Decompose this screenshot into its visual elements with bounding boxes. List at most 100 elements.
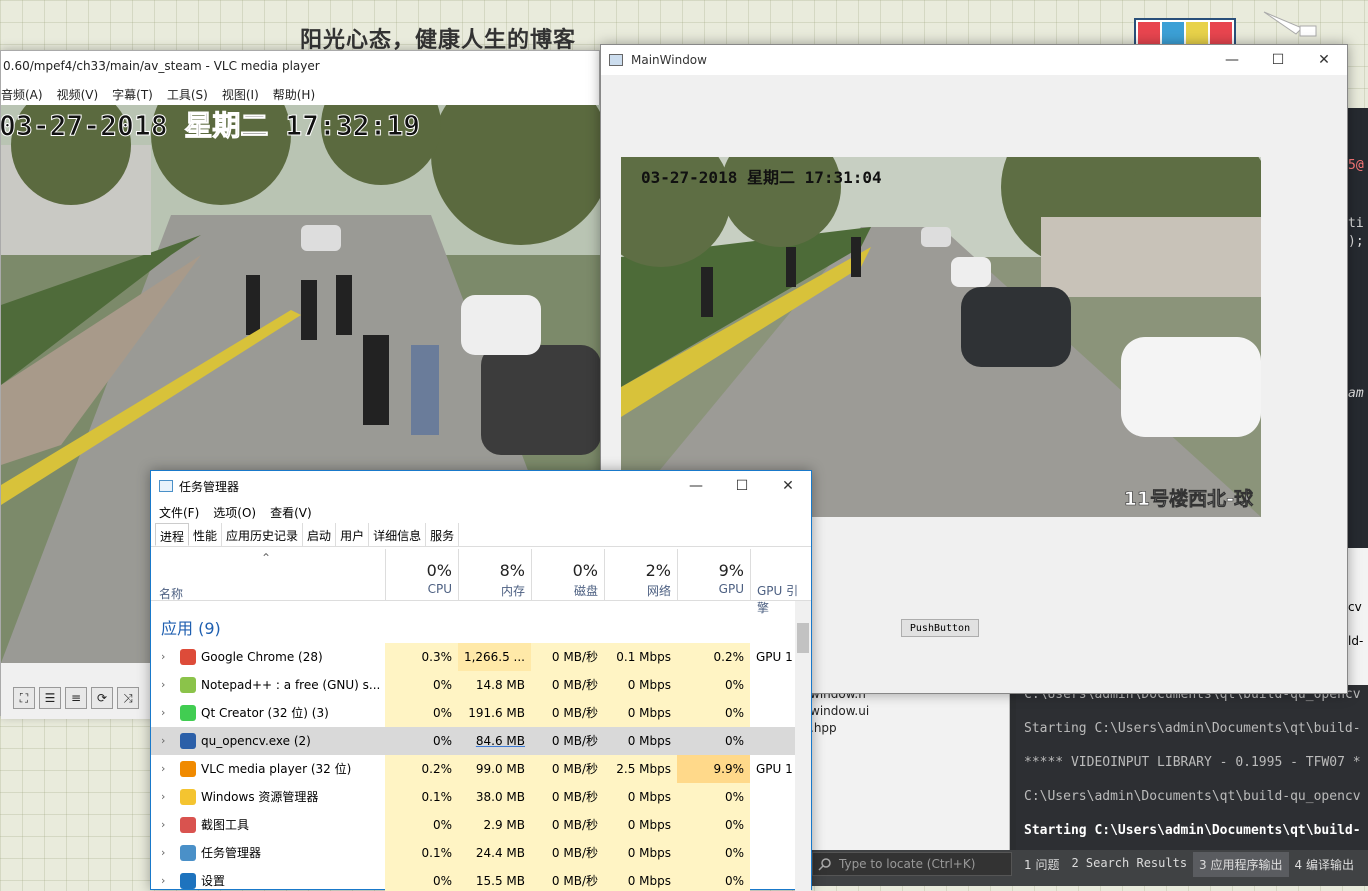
col-gpu-engine[interactable]: GPU 引擎 [750,549,811,615]
table-row[interactable]: › 任务管理器 0.1% 24.4 MB 0 MB/秒 0 Mbps 0% [151,839,795,867]
expand-chevron-icon[interactable]: › [161,699,165,727]
tab-services[interactable]: 服务 [426,523,460,546]
locate-input[interactable]: Type to locate (Ctrl+K) [812,852,1012,876]
tab-startup[interactable]: 启动 [303,523,337,546]
vlc-menu-subtitle[interactable]: 字幕(T) [112,86,153,105]
push-button[interactable]: PushButton [901,619,979,637]
process-name: qu_opencv.exe (2) [201,734,311,748]
code-editor[interactable]: 5@ ti ); am [1346,108,1368,548]
scrollbar[interactable] [795,601,811,891]
tab-users[interactable]: 用户 [336,523,370,546]
output-line: ***** VIDEOINPUT LIBRARY - 0.1995 - TFW0… [1024,755,1361,770]
table-row[interactable]: › Google Chrome (28) 0.3% 1,266.5 ... 0 MB/秒… [151,643,795,671]
output-tab-app-output[interactable]: 3 应用程序输出 [1193,852,1289,877]
cell-gpu: 0% [677,839,750,867]
cell-cpu: 0.1% [385,783,458,811]
explorer-icon [180,789,196,805]
tab-app-history[interactable]: 应用历史记录 [222,523,304,546]
vlc-menu-help[interactable]: 帮助(H) [273,86,315,105]
close-icon[interactable]: ✕ [1301,45,1347,75]
qt-icon [180,705,196,721]
taskmgr-icon [159,480,173,492]
cell-disk: 0 MB/秒 [531,867,604,891]
panel-fragment: ld- [1348,634,1364,648]
vlc-menu-tools[interactable]: 工具(S) [167,86,208,105]
table-row[interactable]: › Windows 资源管理器 0.1% 38.0 MB 0 MB/秒 0 Mbps 0% [151,783,795,811]
close-icon[interactable]: ✕ [765,471,811,501]
expand-chevron-icon[interactable]: › [161,783,165,811]
right-panel: cv ld- [1346,548,1368,685]
project-tree[interactable]: window.h window.ui .hpp [810,685,1010,850]
shuffle-button[interactable]: ⤨ [117,687,139,709]
cell-mem: 38.0 MB [458,783,531,811]
menu-options[interactable]: 选项(O) [213,504,256,523]
window-icon [609,54,623,66]
col-disk[interactable]: 0% 磁盘 [531,549,604,601]
cell-net: 0.1 Mbps [604,643,677,671]
output-tab-search[interactable]: 2 Search Results [1065,852,1193,877]
cell-cpu: 0% [385,699,458,727]
cell-gpu-engine [750,699,795,727]
table-row[interactable]: › VLC media player (32 位) 0.2% 99.0 MB 0 MB/… [151,755,795,783]
cell-gpu-engine [750,727,795,755]
menu-view[interactable]: 查看(V) [270,504,312,523]
table-row[interactable]: › 设置 0% 15.5 MB 0 MB/秒 0 Mbps 0% [151,867,795,891]
process-list: 应用 (9) › Google Chrome (28) 0.3% 1,266.5 ..… [151,601,811,891]
expand-chevron-icon[interactable]: › [161,811,165,839]
camera-frame-image: 03-27-2018 星期二 17:31:04 11号楼西北-球 [621,157,1261,517]
cell-disk: 0 MB/秒 [531,699,604,727]
equalizer-button[interactable]: ☰ [39,687,61,709]
cell-cpu: 0% [432,734,452,748]
app-icon [180,733,196,749]
cell-gpu: 0% [677,811,750,839]
maximize-icon[interactable]: ☐ [719,471,765,501]
expand-chevron-icon[interactable]: › [161,643,165,671]
minimize-icon[interactable]: — [673,471,719,501]
menu-file[interactable]: 文件(F) [159,504,199,523]
process-name: Qt Creator (32 位) (3) [201,706,329,720]
vlc-menu-audio[interactable]: 音频(A) [1,86,43,105]
output-tab-compile[interactable]: 4 编译输出 [1289,852,1360,877]
tab-performance[interactable]: 性能 [189,523,223,546]
snipping-icon [180,817,196,833]
expand-chevron-icon[interactable]: › [161,867,165,891]
loop-button[interactable]: ⟳ [91,687,113,709]
tree-file[interactable]: window.ui [810,704,869,718]
editor-fragment: am [1348,386,1364,401]
cell-net: 0 Mbps [604,671,677,699]
cell-net: 0 Mbps [604,839,677,867]
vlc-menu-video[interactable]: 视频(V) [57,86,99,105]
cell-net: 0 Mbps [604,699,677,727]
output-tab-issues[interactable]: 1 问题 [1018,852,1065,877]
cell-net: 0 Mbps [627,734,671,748]
process-name: Notepad++ : a free (GNU) s... [201,678,381,692]
cell-net: 2.5 Mbps [604,755,677,783]
table-row[interactable]: › qu_opencv.exe (2) 0% 84.6 MB 0 MB/秒 0 Mbps 0… [151,727,795,755]
table-row[interactable]: › 截图工具 0% 2.9 MB 0 MB/秒 0 Mbps 0% [151,811,795,839]
tree-file[interactable]: .hpp [810,721,837,735]
col-cpu[interactable]: 0% CPU [385,549,458,601]
table-row[interactable]: › Qt Creator (32 位) (3) 0% 191.6 MB 0 MB/秒 0 … [151,699,795,727]
col-network[interactable]: 2% 网络 [604,549,677,601]
expand-chevron-icon[interactable]: › [161,727,165,755]
col-name[interactable]: 名称 [159,585,183,602]
table-row[interactable]: › Notepad++ : a free (GNU) s... 0% 14.8 MB 0… [151,671,795,699]
process-name: 任务管理器 [201,846,262,860]
expand-chevron-icon[interactable]: › [161,755,165,783]
tab-details[interactable]: 详细信息 [369,523,427,546]
maximize-icon[interactable]: ☐ [1255,45,1301,75]
sort-chevron-icon[interactable]: ⌃ [261,551,271,565]
tab-processes[interactable]: 进程 [155,523,190,546]
col-memory[interactable]: 8% 内存 [458,549,531,601]
minimize-icon[interactable]: — [1209,45,1255,75]
playlist-button[interactable]: ≡ [65,687,87,709]
vlc-menu-view[interactable]: 视图(I) [222,86,259,105]
expand-chevron-icon[interactable]: › [161,671,165,699]
search-icon [818,858,831,871]
notepad-icon [180,677,196,693]
col-gpu[interactable]: 9% GPU [677,549,750,601]
fullscreen-button[interactable]: ⛶ [13,687,35,709]
expand-chevron-icon[interactable]: › [161,839,165,867]
application-output[interactable]: C:\Users\admin\Documents\qt\build-qu_ope… [1016,685,1368,850]
cell-mem: 24.4 MB [458,839,531,867]
